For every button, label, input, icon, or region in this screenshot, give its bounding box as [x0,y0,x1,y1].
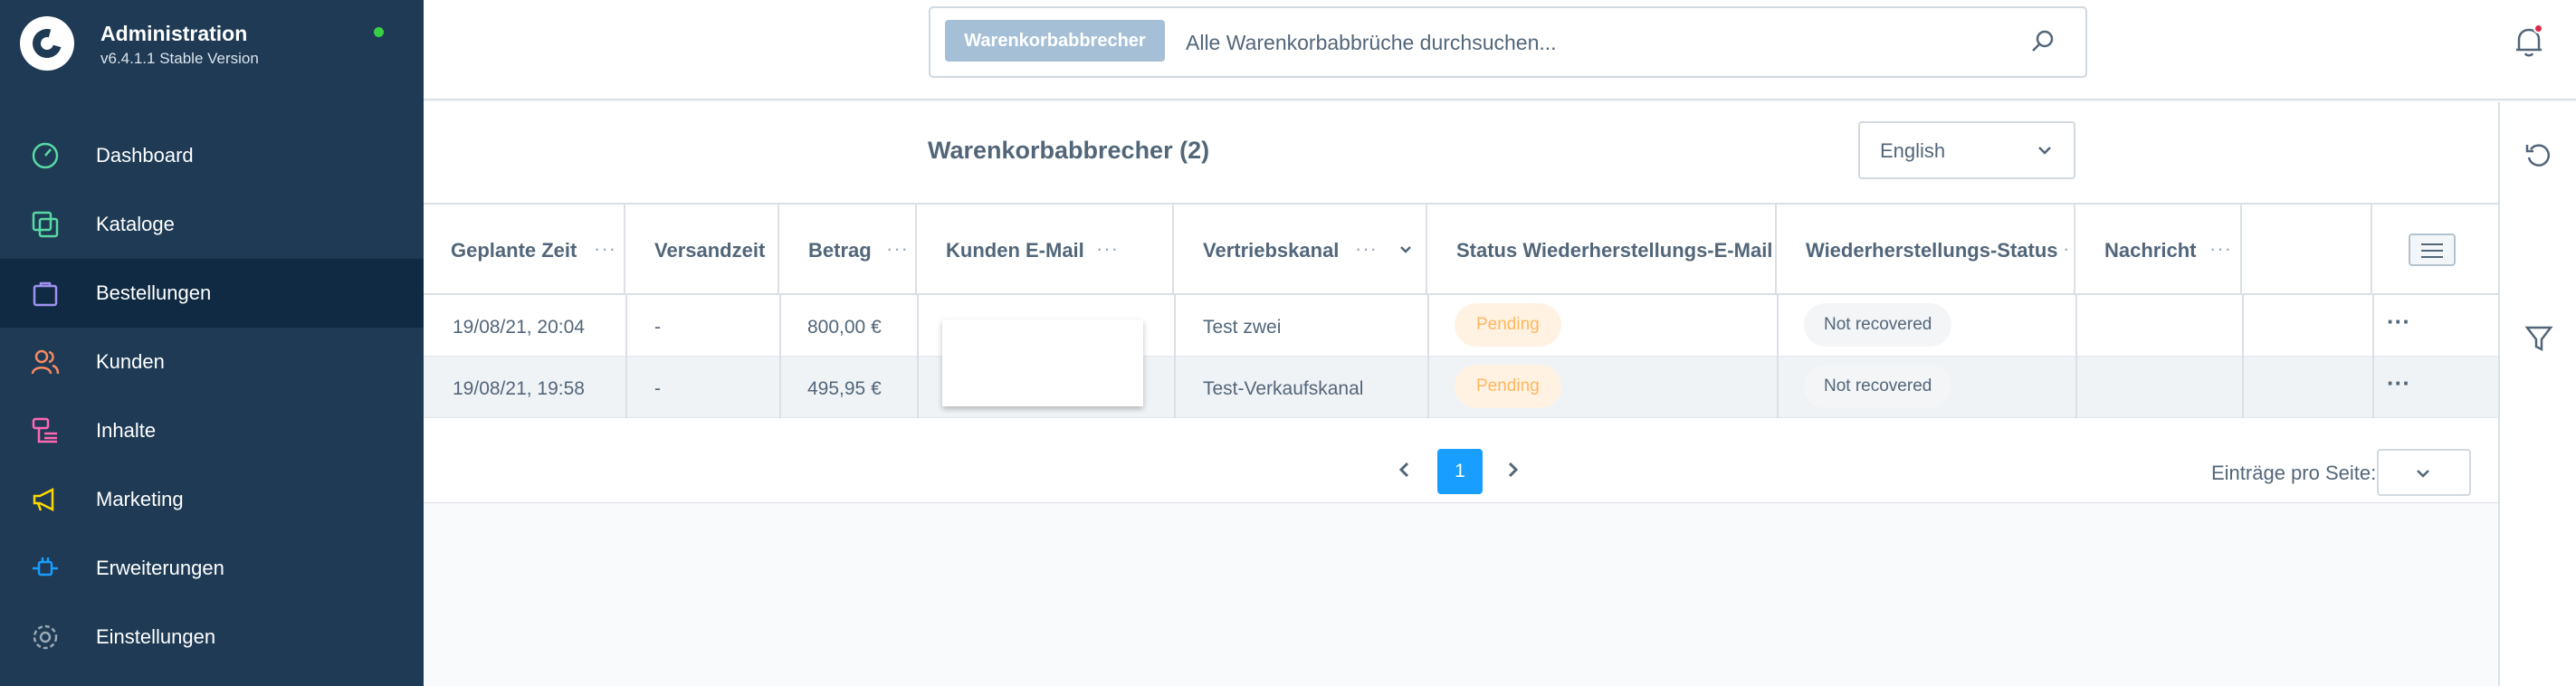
column-header-scheduled[interactable]: Geplante Zeit ··· [424,205,625,295]
sidebar-item-kunden[interactable]: Kunden [0,328,424,396]
search-icon[interactable] [2029,28,2056,55]
catalog-icon [32,211,59,238]
table-row[interactable]: 19/08/21, 20:04 - 800,00 € Test zwei Pen… [424,295,2498,357]
language-select[interactable]: English [1858,121,2075,179]
refresh-icon[interactable] [2524,140,2554,171]
content-icon [32,417,57,443]
column-settings-button[interactable] [2409,233,2456,266]
chevron-down-icon [2038,147,2051,155]
chevron-left-icon[interactable] [1393,458,1417,481]
sidebar-item-kataloge[interactable]: Kataloge [0,190,424,259]
marketing-icon [33,487,54,512]
filter-icon[interactable] [2524,323,2554,354]
cell-sent: - [654,317,661,338]
sidebar-item-label: Erweiterungen [96,557,224,579]
cell-channel: Test-Verkaufskanal [1203,378,1364,399]
online-status-dot [374,27,384,37]
sidebar-item-einstellungen[interactable]: Einstellungen [0,603,424,672]
main-navigation: Dashboard Kataloge Bestellungen Kunden I… [0,121,424,672]
page-header: Warenkorbabbrecher (2) English [424,102,2498,205]
search-entity-tag[interactable]: Warenkorbabbrecher [945,20,1165,62]
dashboard-icon [32,142,59,169]
pagination: 1 Einträge pro Seite: [424,436,2498,503]
sidebar-item-label: Marketing [96,488,184,510]
column-options-icon[interactable]: ··· [1355,237,1378,261]
status-badge-pending: Pending [1455,303,1561,347]
top-bar: Warenkorbabbrecher Alle Warenkorbabbrüch… [424,0,2576,100]
table-row[interactable]: 19/08/21, 19:58 - 495,95 € Test-Verkaufs… [424,357,2498,418]
customers-icon [31,349,60,375]
app-version: v6.4.1.1 Stable Version [100,50,259,67]
sidebar: Administration v6.4.1.1 Stable Version D… [0,0,424,686]
sidebar-item-marketing[interactable]: Marketing [0,465,424,534]
column-header-channel[interactable]: Vertriebskanal ··· [1174,205,1427,295]
column-header-empty [2242,205,2372,295]
cell-scheduled: 19/08/21, 20:04 [453,317,585,338]
extensions-icon [33,557,58,576]
chevron-down-icon [2417,470,2429,478]
cell-channel: Test zwei [1203,317,1282,338]
row-actions-button[interactable]: ··· [2376,308,2421,344]
sidebar-item-dashboard[interactable]: Dashboard [0,121,424,190]
main-content: Warenkorbabbrecher (2) English Geplante … [424,102,2498,686]
page-button-current[interactable]: 1 [1437,449,1483,494]
sidebar-item-inhalte[interactable]: Inhalte [0,396,424,465]
column-header-recovery-status[interactable]: Wiederherstellungs-Status · [1777,205,2075,295]
column-header-amount[interactable]: Betrag ··· [779,205,917,295]
table-header: Geplante Zeit ··· Versandzeit Betrag ···… [424,205,2498,295]
sidebar-item-label: Dashboard [96,144,194,167]
shopware-logo-icon[interactable] [20,16,74,71]
orders-icon [33,281,58,307]
chevron-right-icon[interactable] [1501,458,1524,481]
sidebar-item-label: Kataloge [96,213,175,235]
column-header-mail-status[interactable]: Status Wiederherstellungs-E-Mail [1427,205,1777,295]
data-grid: Geplante Zeit ··· Versandzeit Betrag ···… [424,205,2498,503]
column-options-icon[interactable]: ··· [1096,237,1119,261]
column-header-sent[interactable]: Versandzeit [625,205,779,295]
cell-amount: 495,95 € [807,378,882,399]
column-options-icon[interactable]: ··· [594,237,616,261]
settings-icon [33,624,58,650]
sort-descending-icon[interactable] [1398,243,1413,257]
notification-indicator [2533,24,2543,33]
sidebar-item-label: Kunden [96,350,165,373]
column-options-icon[interactable]: ··· [2209,237,2232,261]
sidebar-item-erweiterungen[interactable]: Erweiterungen [0,534,424,603]
language-select-value: English [1880,139,1946,162]
app-title: Administration [100,22,248,45]
per-page-select[interactable] [2377,449,2471,496]
per-page-label: Einträge pro Seite: [2211,462,2377,484]
column-header-email[interactable]: Kunden E-Mail ··· [917,205,1174,295]
sidebar-item-bestellungen[interactable]: Bestellungen [0,259,424,328]
column-header-message[interactable]: Nachricht ··· [2075,205,2242,295]
cell-sent: - [654,378,661,399]
column-options-icon[interactable]: ··· [886,237,909,261]
cell-scheduled: 19/08/21, 19:58 [453,378,585,399]
status-badge-not-recovered: Not recovered [1804,303,1952,347]
column-options-icon[interactable]: · [2063,237,2070,261]
search-bar[interactable]: Warenkorbabbrecher Alle Warenkorbabbrüch… [929,6,2087,78]
search-input[interactable]: Alle Warenkorbabbrüche durchsuchen... [1186,31,1557,55]
page-title: Warenkorbabbrecher (2) [928,137,1210,164]
cell-amount: 800,00 € [807,317,882,338]
sidebar-item-label: Einstellungen [96,625,216,648]
status-badge-pending: Pending [1455,365,1561,408]
right-sidebar [2498,102,2576,686]
email-redaction-overlay [942,319,1143,406]
status-badge-not-recovered: Not recovered [1804,365,1952,408]
row-actions-button[interactable]: ··· [2376,369,2421,405]
sidebar-item-label: Inhalte [96,419,157,442]
sidebar-item-label: Bestellungen [96,281,212,304]
